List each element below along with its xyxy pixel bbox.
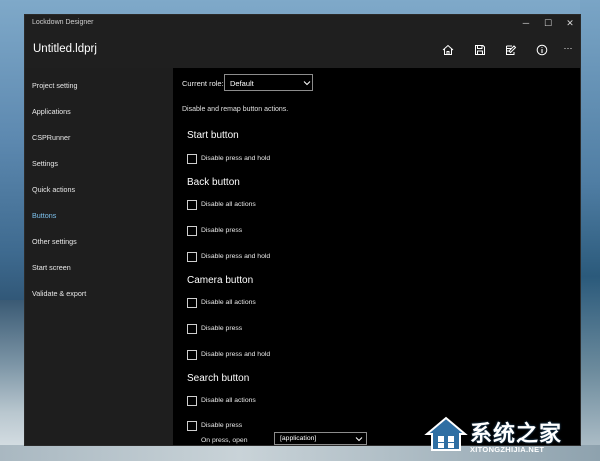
checkbox-box[interactable] xyxy=(187,324,197,334)
section-title-search-button: Search button xyxy=(187,373,250,384)
section-title-camera-button: Camera button xyxy=(187,275,254,286)
checkbox-box[interactable] xyxy=(187,154,197,164)
checkbox-box[interactable] xyxy=(187,421,197,431)
checkbox-box[interactable] xyxy=(187,298,197,308)
main-content: Current role: Default Disable and remap … xyxy=(173,68,580,445)
checkbox-label: Disable all actions xyxy=(201,201,256,208)
app-header: Untitled.ldprj ··· xyxy=(25,32,580,68)
watermark-url: XITONGZHIJIA.NET xyxy=(470,445,545,454)
title-bar: Lockdown Designer ─ ☐ ✕ xyxy=(25,15,580,32)
home-icon[interactable] xyxy=(439,41,457,59)
checkbox-label: Disable press and hold xyxy=(201,351,271,358)
checkbox-label: Disable press xyxy=(201,422,243,429)
application-dropdown-value: [application] xyxy=(280,435,317,442)
chevron-down-icon xyxy=(303,79,311,87)
section-title-start-button: Start button xyxy=(187,130,239,141)
checkbox-label: Disable all actions xyxy=(201,299,256,306)
document-title: Untitled.ldprj xyxy=(33,43,97,55)
info-icon[interactable] xyxy=(533,41,551,59)
desktop-background-right xyxy=(580,0,600,461)
role-dropdown[interactable]: Default xyxy=(224,74,313,91)
chevron-down-icon xyxy=(355,435,363,443)
sidebar-item-applications[interactable]: Applications xyxy=(32,107,71,116)
minimize-button[interactable]: ─ xyxy=(517,17,535,30)
checkbox-label: Disable press xyxy=(201,325,243,332)
maximize-button[interactable]: ☐ xyxy=(539,17,557,30)
application-dropdown[interactable]: [application] xyxy=(274,432,367,445)
current-role-label: Current role: xyxy=(182,79,224,88)
sidebar: Project setting Applications CSPRunner S… xyxy=(25,68,173,445)
sidebar-item-settings[interactable]: Settings xyxy=(32,159,58,168)
checkbox-label: Disable press and hold xyxy=(201,253,271,260)
more-icon[interactable]: ··· xyxy=(560,43,576,61)
sidebar-item-start-screen[interactable]: Start screen xyxy=(32,263,71,272)
watermark: 系统之家 XITONGZHIJIA.NET xyxy=(424,414,598,460)
checkbox-label: Disable press and hold xyxy=(201,155,271,162)
watermark-name: 系统之家 xyxy=(470,422,563,447)
edit-icon[interactable] xyxy=(502,41,520,59)
sidebar-item-quick-actions[interactable]: Quick actions xyxy=(32,185,75,194)
page-description: Disable and remap button actions. xyxy=(182,106,289,113)
checkbox-label: Disable all actions xyxy=(201,397,256,404)
sidebar-item-project-setting[interactable]: Project setting xyxy=(32,81,78,90)
checkbox-label: Disable press xyxy=(201,227,243,234)
checkbox-box[interactable] xyxy=(187,252,197,262)
save-icon[interactable] xyxy=(471,41,489,59)
role-dropdown-value: Default xyxy=(230,79,254,88)
checkbox-box[interactable] xyxy=(187,396,197,406)
checkbox-box[interactable] xyxy=(187,226,197,236)
window-title: Lockdown Designer xyxy=(32,19,94,26)
close-button[interactable]: ✕ xyxy=(561,17,579,30)
checkbox-box[interactable] xyxy=(187,200,197,210)
sidebar-item-other-settings[interactable]: Other settings xyxy=(32,237,77,246)
on-press-open-label: On press, open xyxy=(201,437,248,444)
sidebar-item-buttons[interactable]: Buttons xyxy=(32,211,56,220)
app-window: Lockdown Designer ─ ☐ ✕ Untitled.ldprj ·… xyxy=(25,15,580,445)
house-logo-icon xyxy=(424,414,468,454)
sidebar-item-cspRunner[interactable]: CSPRunner xyxy=(32,133,70,142)
section-title-back-button: Back button xyxy=(187,177,240,188)
checkbox-box[interactable] xyxy=(187,350,197,360)
sidebar-item-validate-export[interactable]: Validate & export xyxy=(32,289,86,298)
